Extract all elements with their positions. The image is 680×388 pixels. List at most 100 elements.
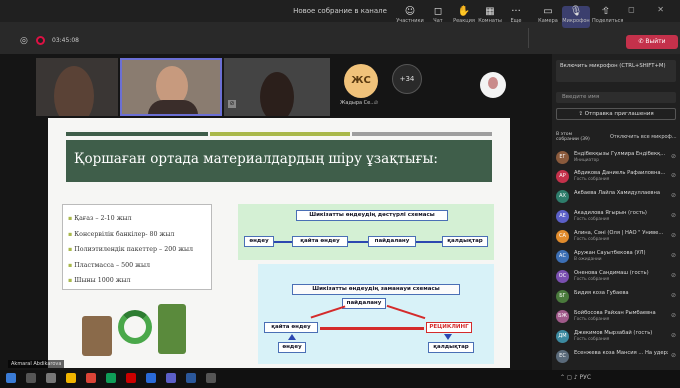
teams-icon[interactable] xyxy=(166,373,176,383)
rooms-icon: ▦ xyxy=(485,6,495,17)
opera-icon[interactable] xyxy=(126,373,136,383)
avatar[interactable]: ЖС xyxy=(344,64,378,98)
decay-list: ▪ Қағаз – 2-10 жыл ▪ Консервілік банкіле… xyxy=(62,204,212,290)
more-participants-button[interactable]: +34 xyxy=(392,64,422,94)
arrow-down xyxy=(444,334,452,340)
participant-row[interactable]: БЖ Бойбосова Райхан Рымбаевна Гость собран… xyxy=(556,309,676,326)
slide-decor-bar xyxy=(352,132,492,136)
mic-off-icon: ⊘ xyxy=(670,352,676,359)
participant-row[interactable]: ОС Оненова Сандимаш (гость) Гость собрания… xyxy=(556,269,676,286)
participant-row[interactable]: АР Абдикова Даниель Рафаиловна... Гость со… xyxy=(556,169,676,186)
avatar: АР xyxy=(556,170,569,183)
slide-title: Қоршаған ортада материалдардың шіру ұзақ… xyxy=(74,151,438,167)
start-icon[interactable] xyxy=(6,373,16,383)
invite-button[interactable]: ⇪ Отправка приглашения xyxy=(556,108,676,120)
participant-row[interactable]: СА Алина, Сәні (Оля | НАО " Униве... Гость… xyxy=(556,229,676,246)
avatar: ОС xyxy=(556,270,569,283)
participant-row[interactable]: БГ Бидия коза Губаева ⊘ xyxy=(556,289,676,306)
video-tile[interactable]: ⊘ xyxy=(224,58,330,116)
slide-decor-bar xyxy=(66,132,208,136)
shield-icon: ◎ xyxy=(20,36,28,46)
camera-button[interactable]: ▭ Камера xyxy=(534,6,562,24)
scheme-node: РЕЦИКЛИНГ xyxy=(426,322,472,333)
scheme-step: қалдықтар xyxy=(442,236,488,247)
mic-off-icon: ⊘ xyxy=(670,312,676,319)
list-item: ▪ Консервілік банкілер- 80 жыл xyxy=(68,230,175,238)
mic-off-icon: ⊘ xyxy=(670,272,676,279)
avatar[interactable] xyxy=(480,72,506,98)
microphone-button[interactable]: 🎙 Микрофон xyxy=(562,6,590,28)
scheme-step: қайта өндеу xyxy=(292,236,348,247)
tray-icons[interactable]: ⌃ ◻ ♪ РУС xyxy=(560,374,591,381)
participants-panel: Включить микрофон (CTRL+SHIFT+M) Введите… xyxy=(552,54,680,370)
scheme-node: қалдықтар xyxy=(428,342,474,353)
rooms-button[interactable]: ▦ Комнаты xyxy=(476,6,504,24)
leave-button[interactable]: ✆ Выйти xyxy=(626,35,678,49)
avatar: АЕ xyxy=(556,210,569,223)
camera-icon: ▭ xyxy=(543,6,553,17)
mic-tooltip: Включить микрофон (CTRL+SHIFT+M) xyxy=(556,60,676,82)
chrome-icon[interactable] xyxy=(86,373,96,383)
mic-off-icon: ⊘ xyxy=(670,252,676,259)
participant-video xyxy=(54,66,94,116)
scheme-node: қайта өндеу xyxy=(264,322,318,333)
divider xyxy=(528,28,529,48)
participant-video xyxy=(260,72,294,116)
mic-icon: 🎙 xyxy=(569,6,583,17)
shared-slide: Қоршаған ортада материалдардың шіру ұзақ… xyxy=(48,118,510,368)
share-button[interactable]: ⇧ Поделиться xyxy=(592,6,623,24)
arrow xyxy=(348,241,368,243)
word-icon[interactable] xyxy=(186,373,196,383)
presenter-label: Akmaral Abdikarova xyxy=(8,360,65,368)
mic-off-icon: ⊘ xyxy=(670,232,676,239)
mic-off-icon: ⊘ xyxy=(670,332,676,339)
list-item: ▪ Пластмасса – 500 жыл xyxy=(68,261,150,269)
scheme-node: пайдалану xyxy=(342,298,386,309)
list-item: ▪ Қағаз – 2-10 жыл xyxy=(68,215,132,222)
participant-row[interactable]: ДМ Джекимов Мырзабай (гость) Гость собрани… xyxy=(556,329,676,346)
app-icon[interactable] xyxy=(206,373,216,383)
record-icon xyxy=(36,36,45,45)
avatar: ЕС xyxy=(556,350,569,363)
slide-decor-bar xyxy=(210,132,350,136)
share-icon: ⇧ xyxy=(601,6,611,17)
video-tile-speaker[interactable] xyxy=(120,58,222,116)
modern-scheme: Шикізатты өндеудің заманауи схемасы пайд… xyxy=(258,264,494,364)
more-button[interactable]: ··· Еще xyxy=(502,6,530,24)
avatar-name: Жадыра Се... xyxy=(340,100,376,106)
explorer-icon[interactable] xyxy=(66,373,76,383)
scheme-node: өндеу xyxy=(278,342,306,353)
app-icon[interactable] xyxy=(106,373,116,383)
search-input[interactable]: Введите имя xyxy=(556,92,676,103)
list-item: ▪ Шыны 1000 жыл xyxy=(68,277,131,284)
arrow xyxy=(310,305,346,319)
mic-off-icon: ⊘ xyxy=(374,100,379,106)
mic-off-icon: ⊘ xyxy=(670,192,676,199)
arrow-up xyxy=(288,334,296,340)
arrow xyxy=(386,304,426,320)
reactions-button[interactable]: ✋ Реакция xyxy=(450,6,478,24)
mic-off-icon: ⊘ xyxy=(670,292,676,299)
avatar-image xyxy=(488,77,498,89)
participant-row[interactable]: ЕГ Ендібекқызы Гүлмира Ендібекқ... Инициат… xyxy=(556,150,676,167)
mute-all-button[interactable]: Отключить все микроф... xyxy=(610,134,677,140)
taskview-icon[interactable] xyxy=(46,373,56,383)
search-icon[interactable] xyxy=(26,373,36,383)
participant-row[interactable]: АХ Акбаева Лайла Хамидуллаевна ⊘ xyxy=(556,189,676,206)
scheme-title: Шикізатты өндеудің заманауи схемасы xyxy=(292,284,460,295)
app-icon[interactable] xyxy=(146,373,156,383)
participant-row[interactable]: ЕСЕсенжева коза Мансия ... На удержании⊘ xyxy=(556,349,676,366)
arrow xyxy=(320,327,424,330)
chat-icon: ◻ xyxy=(433,6,443,17)
avatar: АХ xyxy=(556,190,569,203)
participants-button[interactable]: ☺ Участники xyxy=(396,6,424,24)
slide-title-band: Қоршаған ортада материалдардың шіру ұзақ… xyxy=(66,140,492,182)
mic-off-icon: ⊘ xyxy=(670,212,676,219)
video-tile[interactable] xyxy=(36,58,118,116)
chat-button[interactable]: ◻ Чат xyxy=(424,6,452,24)
participant-row[interactable]: АЕ Акадилова Ягырын (гость) Гость собрания… xyxy=(556,209,676,226)
waste-picture xyxy=(82,316,112,356)
mic-off-icon: ⊘ xyxy=(228,100,236,108)
participant-row[interactable]: АС Аружан Сауытбекова (УЛ) В ожидании ⊘ xyxy=(556,249,676,266)
avatar: ЕГ xyxy=(556,151,569,164)
